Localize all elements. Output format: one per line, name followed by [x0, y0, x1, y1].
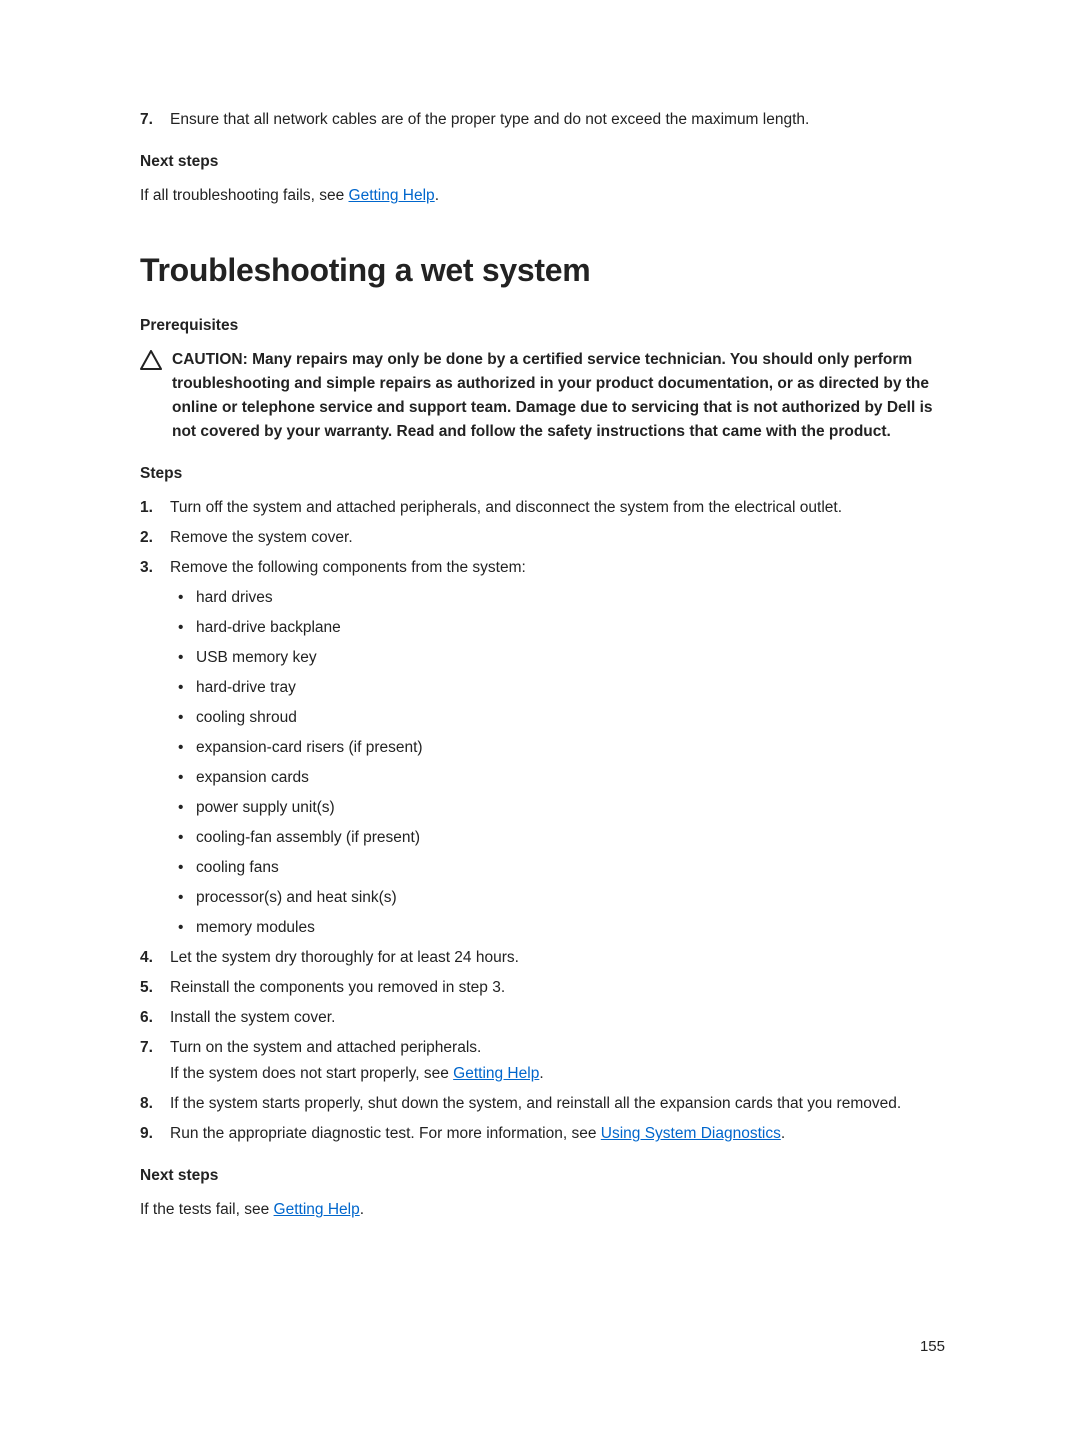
step-number: 1. — [140, 496, 170, 520]
text-part-b: . — [539, 1065, 543, 1082]
caution-block: CAUTION: Many repairs may only be done b… — [140, 348, 945, 444]
bullet-icon: • — [170, 916, 196, 940]
bullet-icon: • — [170, 796, 196, 820]
step-number: 7. — [140, 1036, 170, 1060]
step-2: 2. Remove the system cover. — [140, 526, 945, 550]
list-item: •processor(s) and heat sink(s) — [170, 886, 945, 910]
bullet-text: cooling shroud — [196, 706, 945, 730]
bullet-text: memory modules — [196, 916, 945, 940]
caution-text: CAUTION: Many repairs may only be done b… — [172, 348, 945, 444]
step-number: 9. — [140, 1122, 170, 1146]
system-diagnostics-link[interactable]: Using System Diagnostics — [601, 1125, 781, 1142]
bullet-text: processor(s) and heat sink(s) — [196, 886, 945, 910]
step-text: Remove the following components from the… — [170, 556, 945, 580]
bullet-icon: • — [170, 616, 196, 640]
bullet-icon: • — [170, 826, 196, 850]
steps-heading: Steps — [140, 462, 945, 486]
step-text: Install the system cover. — [170, 1006, 945, 1030]
bullet-icon: • — [170, 586, 196, 610]
step-text: Turn on the system and attached peripher… — [170, 1036, 945, 1060]
bullet-text: hard-drive tray — [196, 676, 945, 700]
bullet-text: cooling-fan assembly (if present) — [196, 826, 945, 850]
list-item: •expansion-card risers (if present) — [170, 736, 945, 760]
bullet-text: cooling fans — [196, 856, 945, 880]
step-7: 7. Turn on the system and attached perip… — [140, 1036, 945, 1060]
step-number: 7. — [140, 108, 170, 132]
bullet-icon: • — [170, 736, 196, 760]
list-item: •hard drives — [170, 586, 945, 610]
step-9: 9. Run the appropriate diagnostic test. … — [140, 1122, 945, 1146]
step-7-sub: If the system does not start properly, s… — [170, 1062, 945, 1086]
bullet-text: hard drives — [196, 586, 945, 610]
text-part-a: If the tests fail, see — [140, 1201, 274, 1218]
step-text: Ensure that all network cables are of th… — [170, 108, 945, 132]
bullet-text: hard-drive backplane — [196, 616, 945, 640]
step-number: 3. — [140, 556, 170, 580]
step-number: 2. — [140, 526, 170, 550]
bullet-icon: • — [170, 856, 196, 880]
next-steps-heading-bottom: Next steps — [140, 1164, 945, 1188]
text-part-b: . — [435, 187, 439, 204]
bullet-icon: • — [170, 766, 196, 790]
bullet-text: power supply unit(s) — [196, 796, 945, 820]
step-6: 6. Install the system cover. — [140, 1006, 945, 1030]
bullet-icon: • — [170, 886, 196, 910]
list-item: •cooling fans — [170, 856, 945, 880]
page-number: 155 — [920, 1335, 945, 1358]
text-part-a: Run the appropriate diagnostic test. For… — [170, 1125, 601, 1142]
text-part-b: . — [360, 1201, 364, 1218]
list-item: •USB memory key — [170, 646, 945, 670]
prev-step-7: 7. Ensure that all network cables are of… — [140, 108, 945, 132]
bullet-icon: • — [170, 646, 196, 670]
step-text: Reinstall the components you removed in … — [170, 976, 945, 1000]
list-item: •memory modules — [170, 916, 945, 940]
list-item: •hard-drive backplane — [170, 616, 945, 640]
list-item: •expansion cards — [170, 766, 945, 790]
step-text: Let the system dry thoroughly for at lea… — [170, 946, 945, 970]
text-part-a: If all troubleshooting fails, see — [140, 187, 349, 204]
step-8: 8. If the system starts properly, shut d… — [140, 1092, 945, 1116]
getting-help-link[interactable]: Getting Help — [274, 1201, 360, 1218]
bullet-text: USB memory key — [196, 646, 945, 670]
step-4: 4. Let the system dry thoroughly for at … — [140, 946, 945, 970]
list-item: •cooling shroud — [170, 706, 945, 730]
getting-help-link[interactable]: Getting Help — [453, 1065, 539, 1082]
bullet-text: expansion-card risers (if present) — [196, 736, 945, 760]
list-item: •hard-drive tray — [170, 676, 945, 700]
bullet-icon: • — [170, 676, 196, 700]
step-text: If the system starts properly, shut down… — [170, 1092, 945, 1116]
step-text: Turn off the system and attached periphe… — [170, 496, 945, 520]
text-part-a: If the system does not start properly, s… — [170, 1065, 453, 1082]
step-5: 5. Reinstall the components you removed … — [140, 976, 945, 1000]
bullet-text: expansion cards — [196, 766, 945, 790]
next-steps-text-bottom: If the tests fail, see Getting Help. — [140, 1198, 945, 1222]
step-1: 1. Turn off the system and attached peri… — [140, 496, 945, 520]
text-part-b: . — [781, 1125, 785, 1142]
next-steps-heading-top: Next steps — [140, 150, 945, 174]
bullet-icon: • — [170, 706, 196, 730]
next-steps-text-top: If all troubleshooting fails, see Gettin… — [140, 184, 945, 208]
getting-help-link[interactable]: Getting Help — [349, 187, 435, 204]
list-item: •power supply unit(s) — [170, 796, 945, 820]
step-3: 3. Remove the following components from … — [140, 556, 945, 580]
step-number: 5. — [140, 976, 170, 1000]
section-heading: Troubleshooting a wet system — [140, 246, 945, 296]
step-number: 8. — [140, 1092, 170, 1116]
list-item: •cooling-fan assembly (if present) — [170, 826, 945, 850]
step-number: 4. — [140, 946, 170, 970]
prerequisites-heading: Prerequisites — [140, 314, 945, 338]
step-number: 6. — [140, 1006, 170, 1030]
caution-icon — [140, 348, 164, 444]
step-text: Remove the system cover. — [170, 526, 945, 550]
step-text: Run the appropriate diagnostic test. For… — [170, 1122, 945, 1146]
